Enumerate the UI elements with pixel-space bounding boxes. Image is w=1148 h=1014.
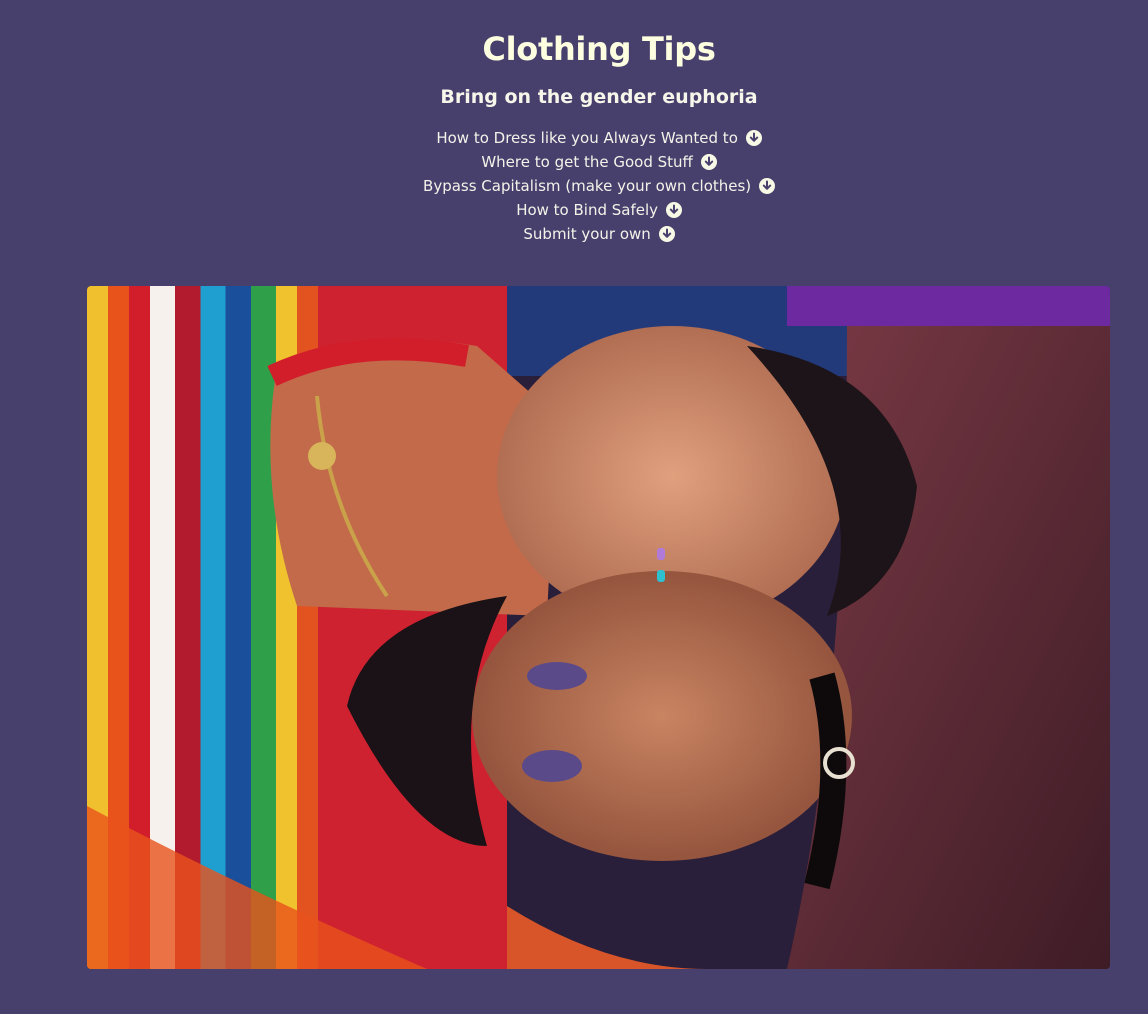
nav-link-label: How to Bind Safely [516, 201, 659, 219]
page: Clothing Tips Bring on the gender euphor… [0, 0, 1148, 1014]
nav-link-submit[interactable]: Submit your own [523, 225, 650, 243]
page-title: Clothing Tips [482, 30, 716, 68]
nav-link-bind-safely[interactable]: How to Bind Safely [516, 201, 658, 219]
nav-link-good-stuff[interactable]: Where to get the Good Stuff [481, 153, 693, 171]
nav-link-label: Bypass Capitalism (make your own clothes… [423, 177, 752, 195]
nav-item: Where to get the Good Stuff [0, 151, 1148, 175]
page-subtitle: Bring on the gender euphoria [440, 86, 758, 108]
nav-item: How to Bind Safely [0, 199, 1148, 223]
nav-item: Bypass Capitalism (make your own clothes… [0, 175, 1148, 199]
nav-link-dress[interactable]: How to Dress like you Always Wanted to [436, 129, 738, 147]
hero-photo-illustration [87, 286, 1110, 969]
arrow-down-circle-icon[interactable] [745, 130, 762, 146]
section-nav: How to Dress like you Always Wanted to W… [0, 127, 1148, 247]
nav-link-bypass-capitalism[interactable]: Bypass Capitalism (make your own clothes… [423, 177, 751, 195]
arrow-down-circle-icon[interactable] [758, 178, 775, 194]
nav-link-label: Where to get the Good Stuff [481, 153, 693, 171]
nav-link-label: Submit your own [523, 225, 651, 243]
nav-item: How to Dress like you Always Wanted to [0, 127, 1148, 151]
arrow-down-circle-icon[interactable] [658, 226, 675, 242]
nav-link-label: How to Dress like you Always Wanted to [436, 129, 738, 147]
arrow-down-circle-icon[interactable] [665, 202, 682, 218]
nav-item: Submit your own [0, 223, 1148, 247]
hero-photo [87, 286, 1110, 969]
arrow-down-circle-icon[interactable] [700, 154, 717, 170]
